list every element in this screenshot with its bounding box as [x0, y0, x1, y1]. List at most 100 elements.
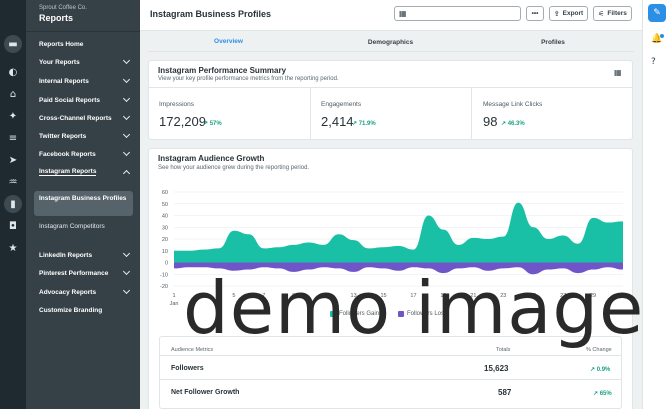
sidebar-item-label: Twitter Reports	[39, 132, 87, 140]
sidebar-item-label: Facebook Reports	[39, 150, 96, 158]
y-tick-label: 20	[162, 237, 168, 243]
summary-divider	[149, 87, 632, 88]
star-icon[interactable]: ★	[4, 239, 22, 257]
row-net-growth-label: Net Follower Growth	[171, 389, 240, 396]
sidebar-item-customize-branding[interactable]: Customize Branding	[39, 304, 131, 316]
right-toolbar: ✎ 🔔 ?	[642, 0, 671, 409]
notification-dot	[660, 34, 664, 38]
sidebar-item-label: Pinterest Performance	[39, 269, 109, 277]
sidebar-item-advocacy[interactable]: Advocacy Reports	[39, 286, 131, 298]
chevron-down-icon	[122, 249, 131, 258]
pin-icon[interactable]: ✦	[4, 107, 22, 125]
sidebar-item-internal-reports[interactable]: Internal Reports	[39, 75, 131, 87]
series-followers-gained-area	[174, 202, 623, 263]
sidebar-item-label: Advocacy Reports	[39, 288, 97, 296]
sidebar-item-cross-channel[interactable]: Cross-Channel Reports	[39, 112, 131, 124]
y-tick-label: 30	[162, 225, 168, 231]
message-link-clicks-change: ↗ 46.3%	[501, 121, 525, 127]
listening-icon[interactable]: ♒	[4, 173, 22, 191]
company-name: Sprout Coffee Co.	[39, 5, 87, 11]
tab-profiles[interactable]: Profiles	[472, 32, 634, 52]
chevron-down-icon	[122, 56, 131, 65]
y-tick-label: -20	[160, 284, 168, 290]
engagements-value: 2,414	[321, 114, 354, 129]
sliders-icon: ⚟	[598, 9, 605, 18]
y-tick-label: 60	[162, 190, 168, 196]
inbox-icon[interactable]: ⌂	[4, 85, 22, 103]
sidebar-item-label: Customize Branding	[39, 306, 103, 314]
chevron-down-icon	[122, 94, 131, 103]
sidebar-item-linkedin[interactable]: LinkedIn Reports	[39, 249, 131, 261]
y-tick-label: 10	[162, 249, 168, 255]
table-view-icon[interactable]: ▦	[614, 68, 622, 77]
page-title: Instagram Business Profiles	[150, 9, 272, 19]
sidebar-item-facebook[interactable]: Facebook Reports	[39, 148, 131, 160]
sidebar-subitem-instagram-competitors[interactable]: Instagram Competitors	[39, 223, 105, 230]
chevron-down-icon	[122, 130, 131, 139]
row-followers-total: 15,623	[484, 364, 509, 373]
compose-icon[interactable]: ✎	[648, 4, 666, 22]
message-link-clicks-value: 98	[483, 114, 498, 129]
message-link-clicks-label: Message Link Clicks	[483, 101, 543, 108]
y-tick-label: -10	[160, 272, 168, 278]
sidebar-item-label: Cross-Channel Reports	[39, 114, 112, 122]
tab-overview[interactable]: Overview	[148, 32, 309, 52]
sidebar-item-label: Reports Home	[39, 40, 84, 48]
x-month-label: Jan	[170, 301, 179, 307]
chevron-down-icon	[122, 112, 131, 121]
filters-label: Filters	[607, 10, 627, 17]
list-icon[interactable]: ≡	[4, 129, 22, 147]
help-icon[interactable]: ?	[651, 57, 656, 67]
date-range-picker[interactable]: ▦	[394, 6, 521, 21]
y-tick-label: 50	[162, 202, 168, 208]
calendar-icon: ▦	[399, 9, 407, 18]
sidebar-item-paid-social[interactable]: Paid Social Reports	[39, 94, 131, 106]
row-followers-label: Followers	[171, 365, 204, 372]
impressions-value: 172,209	[159, 114, 206, 129]
y-tick-label: 40	[162, 214, 168, 220]
impressions-change: ↗ 57%	[203, 121, 222, 127]
sidebar-item-pinterest[interactable]: Pinterest Performance	[39, 267, 131, 279]
reports-icon[interactable]: ▮	[4, 195, 22, 213]
sidebar-item-label: Internal Reports	[39, 77, 89, 85]
sidebar-subitem-instagram-business-profiles[interactable]: Instagram Business Profiles	[34, 191, 133, 216]
y-tick-label: 0	[165, 261, 168, 267]
engagements-label: Engagements	[321, 101, 362, 108]
table-divider	[160, 355, 621, 356]
x-tick-label: 1	[172, 293, 175, 299]
upload-icon: ⇪	[553, 9, 560, 18]
filters-button[interactable]: ⚟ Filters	[593, 6, 632, 21]
row-net-growth-total: 587	[498, 388, 512, 397]
chevron-down-icon	[122, 148, 131, 157]
chevron-down-icon	[122, 267, 131, 276]
tab-demographics[interactable]: Demographics	[309, 32, 472, 52]
more-button[interactable]: •••	[526, 6, 544, 21]
growth-subtitle: See how your audience grew during the re…	[158, 165, 310, 171]
row-net-growth-change: ↗ 65%	[593, 391, 612, 397]
sidebar-item-label: Your Reports	[39, 58, 80, 66]
table-divider	[160, 379, 621, 380]
sidebar-item-label: LinkedIn Reports	[39, 251, 93, 259]
chevron-down-icon	[122, 286, 131, 295]
demo-watermark: demo image	[183, 266, 645, 350]
folder-icon[interactable]: ▬	[4, 35, 22, 53]
metric-divider	[310, 87, 311, 139]
send-icon[interactable]: ➤	[4, 151, 22, 169]
sidebar-item-reports-home[interactable]: Reports Home	[39, 38, 131, 50]
sidebar-item-twitter[interactable]: Twitter Reports	[39, 130, 131, 142]
sidebar-divider	[26, 31, 140, 32]
chevron-down-icon	[122, 75, 131, 84]
sidebar-item-label: Instagram Reports	[39, 168, 97, 176]
bot-icon[interactable]: ◘	[4, 217, 22, 235]
summary-title: Instagram Performance Summary	[158, 66, 287, 75]
export-label: Export	[562, 10, 584, 17]
summary-subtitle: View your key profile performance metric…	[158, 76, 339, 82]
export-button[interactable]: ⇪ Export	[549, 6, 588, 21]
sidebar-item-your-reports[interactable]: Your Reports	[39, 56, 131, 68]
report-tabs: Overview Demographics Profiles	[140, 32, 642, 52]
dashboard-icon[interactable]: ◐	[4, 63, 22, 81]
chevron-up-icon	[122, 169, 131, 177]
sidebar-title: Reports	[39, 13, 74, 23]
sidebar-item-instagram[interactable]: Instagram Reports	[39, 166, 131, 178]
sidebar-item-label: Paid Social Reports	[39, 96, 101, 104]
